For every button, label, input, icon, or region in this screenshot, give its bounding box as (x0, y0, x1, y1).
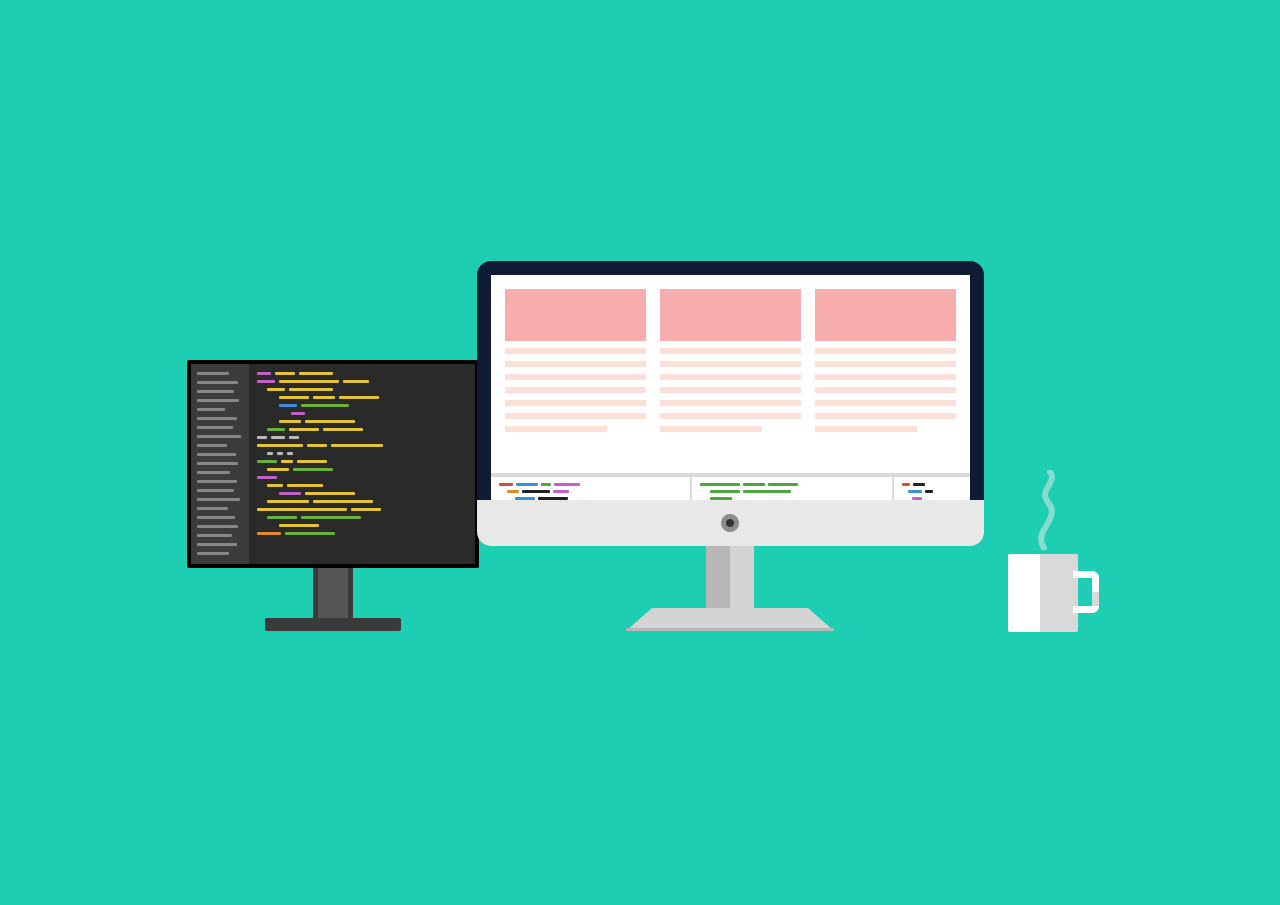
content-card (660, 289, 801, 432)
editor-sidebar (191, 364, 249, 564)
right-monitor-stand-neck (706, 546, 754, 610)
card-text-line (505, 348, 646, 354)
content-card (815, 289, 956, 432)
editor-code-area (249, 364, 475, 564)
card-hero-image (505, 289, 646, 341)
code-editor-monitor (187, 360, 479, 568)
design-preview-monitor (477, 261, 984, 541)
steam-icon (1024, 470, 1074, 550)
card-grid (491, 275, 970, 440)
coffee-mug-handle (1073, 571, 1099, 613)
coffee-mug (1008, 554, 1078, 632)
home-button-icon (721, 514, 739, 532)
left-monitor-stand-base (265, 618, 401, 631)
code-editor-screen (191, 364, 475, 564)
browser-viewport (491, 275, 970, 527)
content-card (505, 289, 646, 432)
